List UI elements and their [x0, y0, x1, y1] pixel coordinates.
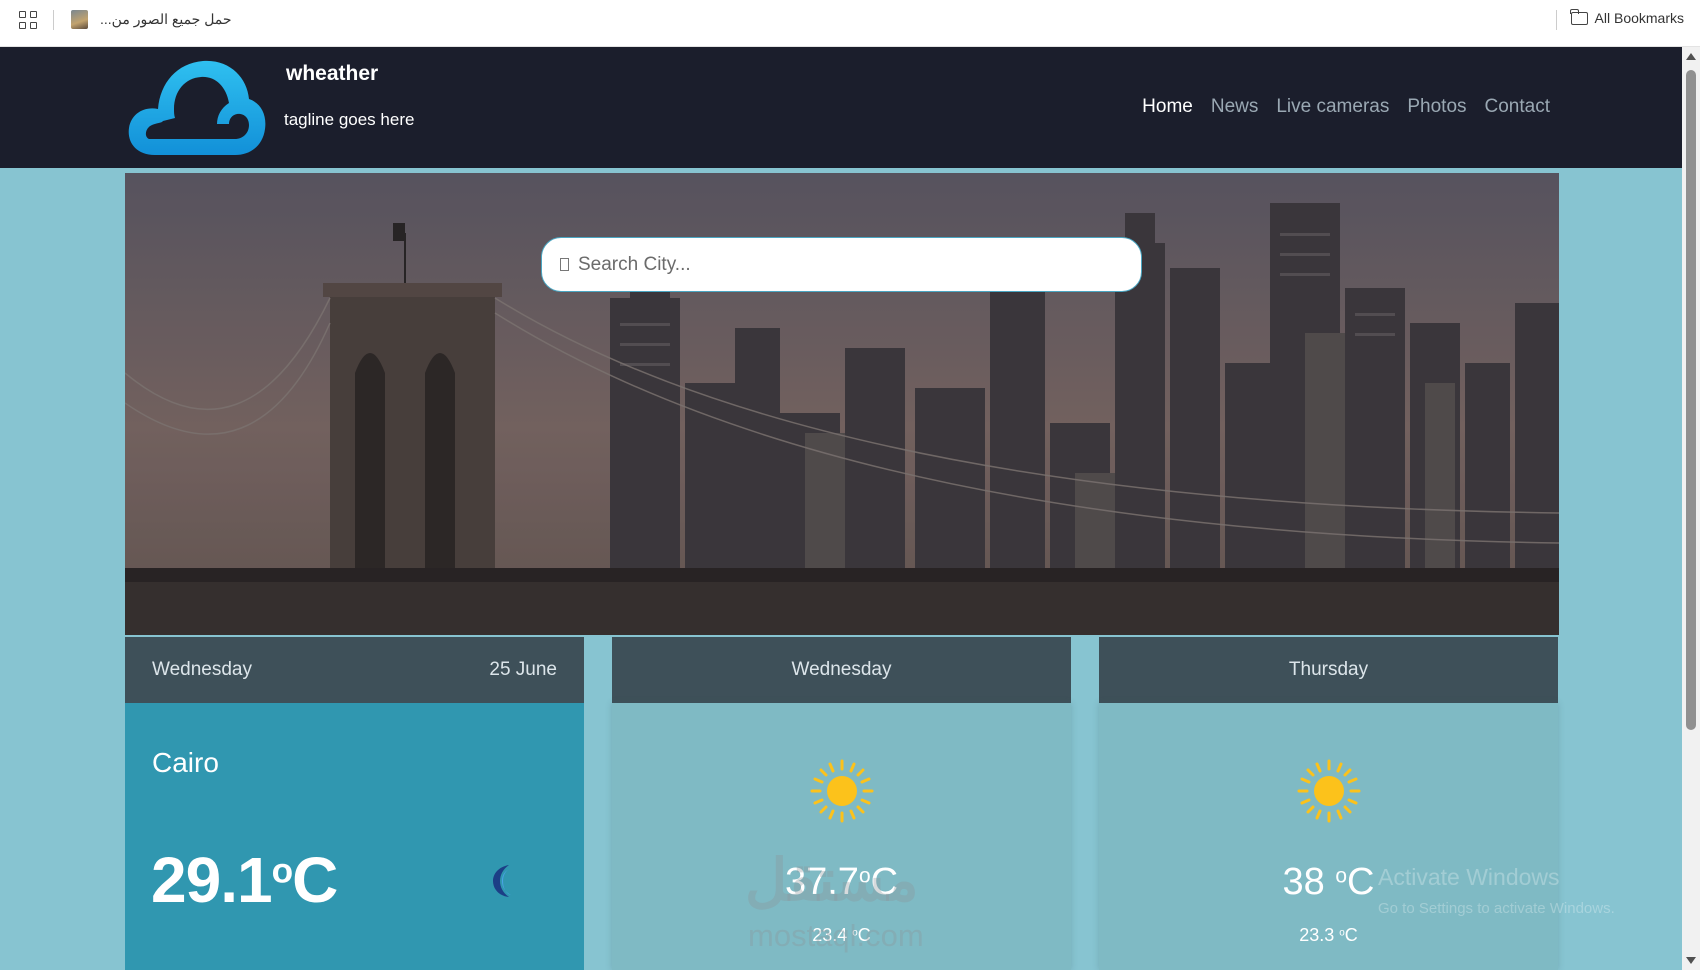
mostaql-watermark-logo: مستقل: [745, 848, 919, 913]
nav-contact[interactable]: Contact: [1485, 96, 1550, 118]
activate-windows-subtitle: Go to Settings to activate Windows.: [1378, 900, 1615, 917]
forecast-day: Thursday: [1288, 659, 1369, 680]
scrollbar-thumb[interactable]: [1686, 70, 1696, 730]
scroll-up-arrow-icon[interactable]: [1686, 53, 1696, 60]
today-day: Wednesday: [152, 659, 252, 680]
nav-live-cameras[interactable]: Live cameras: [1276, 96, 1389, 118]
bookmarks-bar: حمل جميع الصور من... All Bookmarks: [0, 0, 1700, 47]
scroll-down-arrow-icon[interactable]: [1686, 957, 1696, 964]
forecast-min-temp: 23.3 oC: [1299, 925, 1358, 945]
mostaql-watermark-url: mostaql.com: [748, 918, 924, 953]
sun-icon: [1297, 759, 1361, 823]
bookmark-item[interactable]: حمل جميع الصور من...: [100, 11, 232, 28]
cloud-logo-icon[interactable]: [125, 57, 267, 159]
nav-news[interactable]: News: [1211, 96, 1259, 118]
site-tagline: tagline goes here: [284, 110, 415, 129]
folder-icon: [1569, 8, 1588, 25]
forecast-day: Wednesday: [791, 659, 892, 680]
separator: [53, 10, 54, 30]
search-input[interactable]: [576, 252, 1100, 277]
forecast-card-header: Thursday: [1099, 637, 1558, 703]
site-header: wheather tagline goes here Home News Liv…: [0, 47, 1682, 168]
city-name: Cairo: [152, 747, 219, 778]
all-bookmarks-label: All Bookmarks: [1594, 10, 1684, 26]
sun-icon: [810, 759, 874, 823]
today-card-body: Cairo 29.1oC: [125, 703, 584, 970]
apps-grid-icon[interactable]: [19, 11, 37, 29]
search-bar[interactable]: [541, 237, 1142, 292]
moon-icon: [493, 865, 511, 897]
activate-windows-title: Activate Windows: [1378, 864, 1560, 890]
page-scrollbar[interactable]: [1682, 47, 1700, 970]
today-card-header: Wednesday 25 June: [125, 637, 584, 703]
separator: [1556, 10, 1557, 30]
bookmark-favicon: [71, 10, 88, 29]
main-nav: Home News Live cameras Photos Contact: [1142, 96, 1550, 118]
today-date: 25 June: [489, 659, 557, 680]
search-icon: [560, 258, 569, 271]
forecast-card-header: Wednesday: [612, 637, 1071, 703]
site-title[interactable]: wheather: [286, 62, 378, 86]
today-card: Wednesday 25 June Cairo 29.1oC: [125, 637, 584, 970]
forecast-card-body: 38 oC 23.3 oC: [1099, 703, 1558, 970]
forecast-card: Thursday 38 oC 23.3 oC: [1099, 637, 1558, 970]
all-bookmarks-button[interactable]: All Bookmarks: [1569, 8, 1684, 26]
nav-photos[interactable]: Photos: [1407, 96, 1466, 118]
current-temperature: 29.1oC: [151, 844, 338, 916]
nav-home[interactable]: Home: [1142, 96, 1193, 118]
